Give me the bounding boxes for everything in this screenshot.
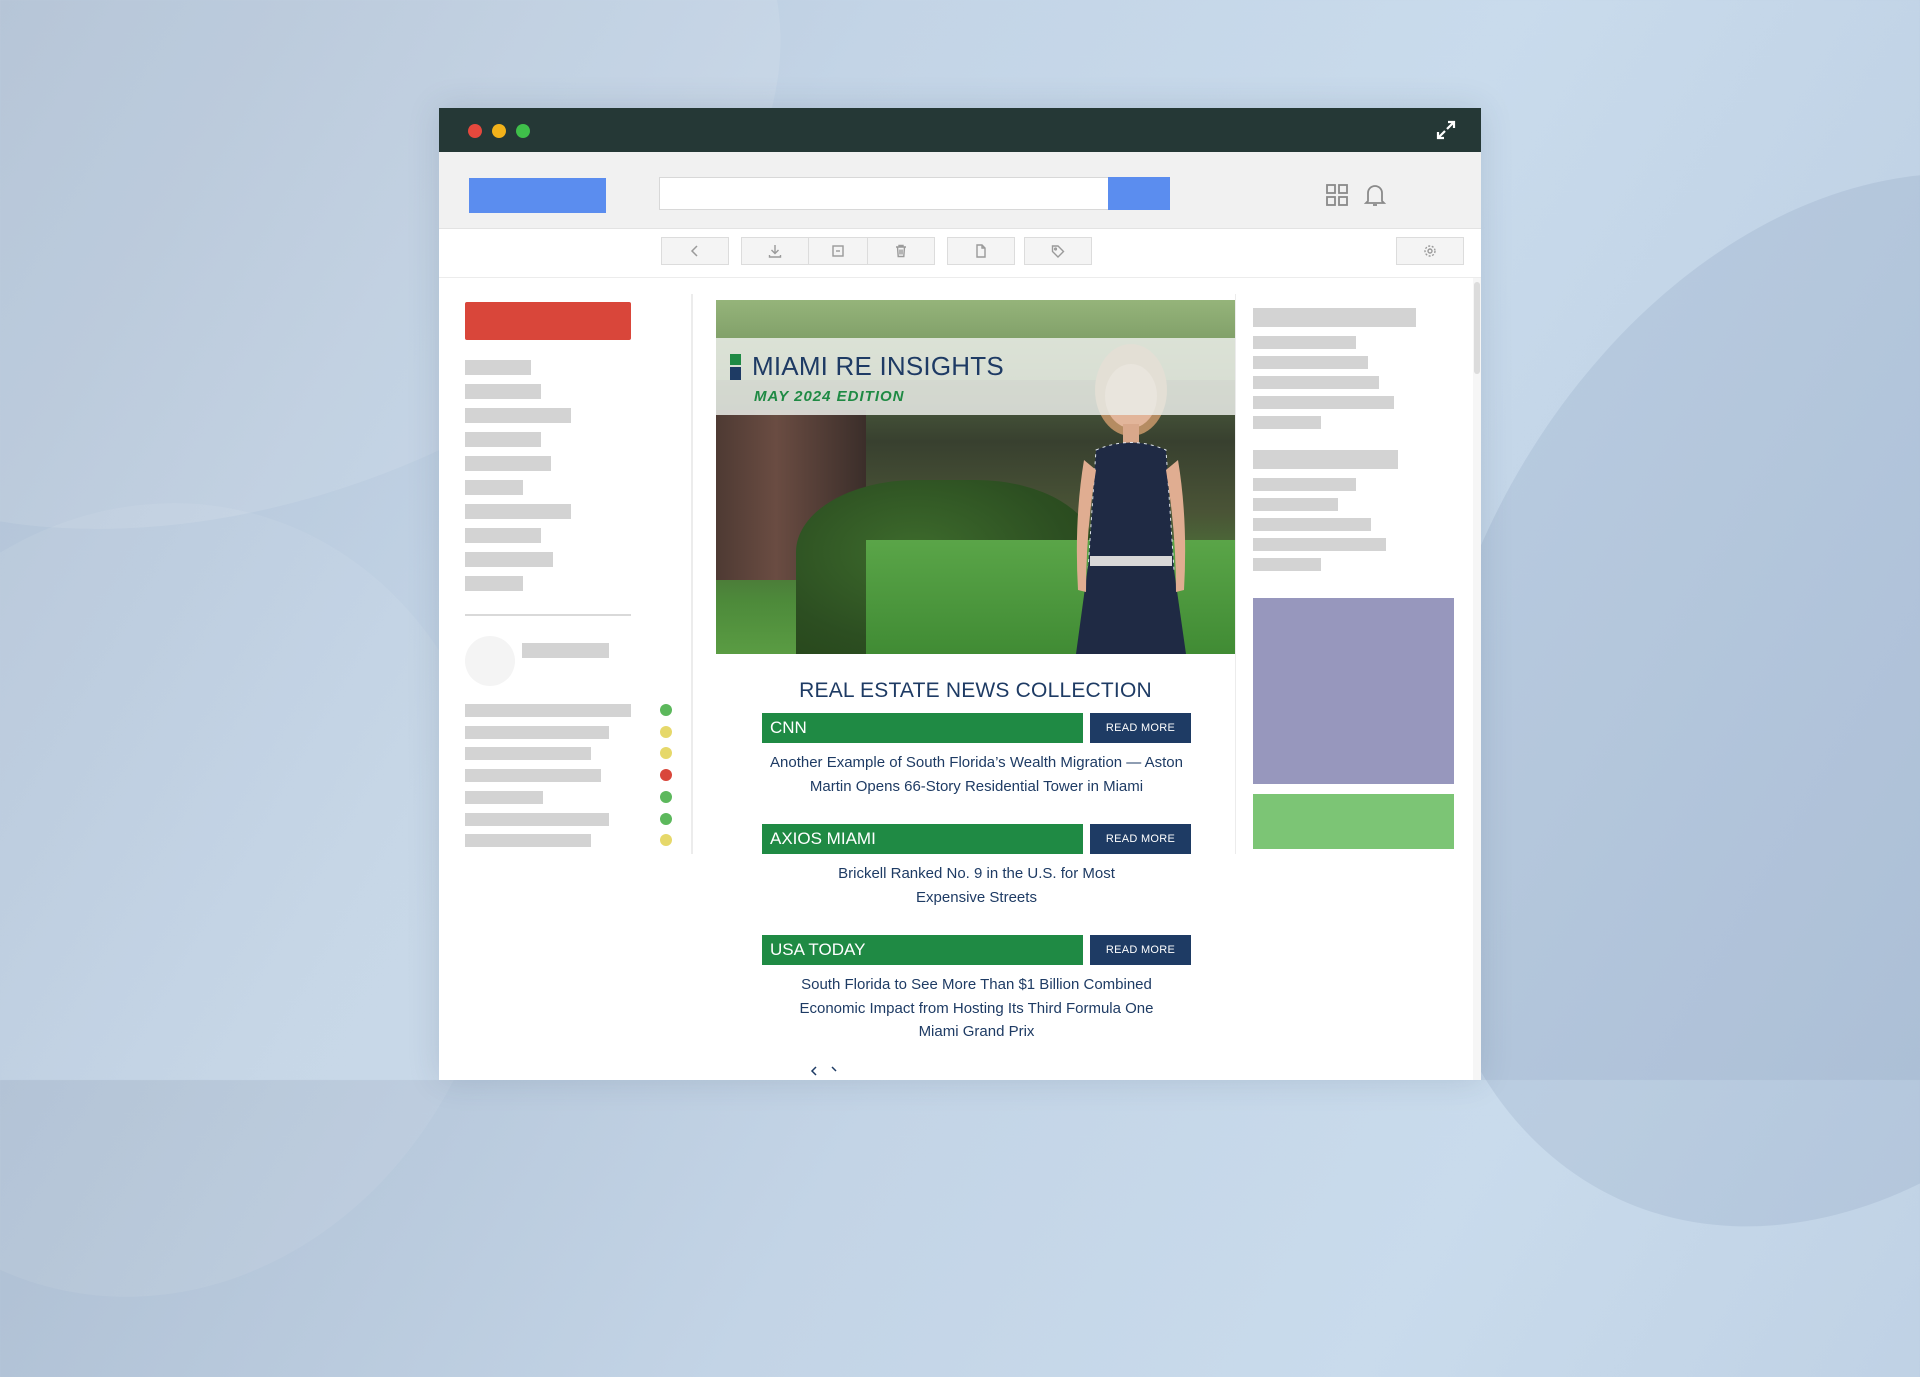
chevron-left-icon bbox=[690, 245, 698, 257]
folder-item[interactable] bbox=[465, 408, 571, 423]
label-button[interactable] bbox=[1024, 237, 1092, 265]
folder-item[interactable] bbox=[465, 552, 553, 567]
contact-item[interactable] bbox=[465, 791, 543, 804]
folder-item[interactable] bbox=[465, 456, 551, 471]
sidebar-divider bbox=[465, 614, 631, 616]
newsletter-edition: MAY 2024 EDITION bbox=[754, 388, 905, 405]
news-source: AXIOS MIAMI bbox=[762, 824, 1083, 854]
email-client-window: MIAMI RE INSIGHTS MAY 2024 EDITION REAL … bbox=[439, 108, 1481, 1080]
archive-icon bbox=[832, 245, 844, 257]
contact-item[interactable] bbox=[465, 813, 609, 826]
widget-line bbox=[1253, 416, 1321, 429]
download-icon bbox=[768, 245, 782, 258]
close-window-button[interactable] bbox=[468, 124, 482, 138]
widget-line bbox=[1253, 498, 1338, 511]
news-description: Another Example of South Florida’s Wealt… bbox=[770, 754, 1183, 795]
mail-sidebar bbox=[465, 302, 695, 862]
read-more-button[interactable]: READ MORE bbox=[1090, 824, 1191, 854]
widget-line bbox=[1253, 376, 1379, 389]
delete-button[interactable] bbox=[867, 237, 935, 265]
column-divider bbox=[1235, 294, 1236, 854]
right-sidebar bbox=[1253, 308, 1454, 868]
minimize-window-button[interactable] bbox=[492, 124, 506, 138]
apps-grid-icon[interactable] bbox=[1325, 183, 1349, 207]
download-button[interactable] bbox=[741, 237, 809, 265]
folder-item[interactable] bbox=[465, 504, 571, 519]
message-toolbar bbox=[439, 229, 1481, 278]
scrollbar[interactable] bbox=[1473, 278, 1481, 1080]
window-titlebar bbox=[439, 108, 1481, 152]
read-more-button[interactable]: READ MORE bbox=[1090, 935, 1191, 965]
contact-item[interactable] bbox=[465, 747, 591, 760]
folder-item[interactable] bbox=[465, 432, 541, 447]
column-divider bbox=[691, 294, 693, 854]
widget-line bbox=[1253, 538, 1386, 551]
contact-item[interactable] bbox=[465, 769, 601, 782]
widget-line bbox=[1253, 478, 1356, 491]
tag-icon bbox=[1051, 245, 1065, 258]
ad-banner-green[interactable] bbox=[1253, 794, 1454, 849]
widget-line bbox=[1253, 396, 1394, 409]
read-more-button[interactable]: READ MORE bbox=[1090, 713, 1191, 743]
status-dot bbox=[660, 769, 672, 781]
widget-line bbox=[1253, 356, 1368, 369]
folder-item[interactable] bbox=[465, 480, 523, 495]
folder-item[interactable] bbox=[465, 384, 541, 399]
settings-button[interactable] bbox=[1396, 237, 1464, 265]
maximize-window-button[interactable] bbox=[516, 124, 530, 138]
brand-mark-icon bbox=[730, 354, 741, 380]
ad-banner-purple[interactable] bbox=[1253, 598, 1454, 784]
avatar[interactable] bbox=[465, 636, 515, 686]
contact-item[interactable] bbox=[465, 834, 591, 847]
user-name bbox=[522, 643, 609, 658]
contact-item[interactable] bbox=[465, 704, 631, 717]
status-dot bbox=[660, 726, 672, 738]
back-button[interactable] bbox=[661, 237, 729, 265]
compose-button[interactable] bbox=[465, 302, 631, 340]
newsletter-banner: MIAMI RE INSIGHTS MAY 2024 EDITION bbox=[716, 338, 1235, 415]
news-source: CNN bbox=[762, 713, 1083, 743]
folder-item[interactable] bbox=[465, 576, 523, 591]
archive-button[interactable] bbox=[808, 237, 868, 265]
widget-line bbox=[1253, 450, 1398, 469]
widget-line bbox=[1253, 558, 1321, 571]
folder-item[interactable] bbox=[465, 528, 541, 543]
widget-line bbox=[1253, 518, 1371, 531]
gear-icon bbox=[1424, 245, 1436, 257]
news-description: South Florida to See More Than $1 Billio… bbox=[799, 976, 1154, 1040]
news-source: USA TODAY bbox=[762, 935, 1083, 965]
carousel-arrows-icon[interactable] bbox=[806, 1065, 846, 1079]
status-dot bbox=[660, 791, 672, 803]
expand-icon[interactable] bbox=[1435, 119, 1457, 141]
news-description: Brickell Ranked No. 9 in the U.S. for Mo… bbox=[838, 865, 1115, 906]
contact-item[interactable] bbox=[465, 726, 609, 739]
status-dot bbox=[660, 747, 672, 759]
news-section-heading: REAL ESTATE NEWS COLLECTION bbox=[799, 679, 1152, 702]
search-button[interactable] bbox=[1108, 177, 1170, 210]
status-dot bbox=[660, 704, 672, 716]
status-dot bbox=[660, 834, 672, 846]
file-icon bbox=[976, 244, 986, 258]
status-dot bbox=[660, 813, 672, 825]
widget-line bbox=[1253, 308, 1416, 327]
scrollbar-thumb[interactable] bbox=[1474, 282, 1480, 374]
app-header bbox=[439, 152, 1481, 229]
folder-item[interactable] bbox=[465, 360, 531, 375]
newsletter-hero-image: MIAMI RE INSIGHTS MAY 2024 EDITION bbox=[716, 300, 1235, 654]
file-button[interactable] bbox=[947, 237, 1015, 265]
search-input[interactable] bbox=[659, 177, 1109, 210]
bell-icon[interactable] bbox=[1363, 182, 1387, 208]
app-logo[interactable] bbox=[469, 178, 606, 213]
trash-icon bbox=[896, 244, 906, 258]
email-body: MIAMI RE INSIGHTS MAY 2024 EDITION REAL … bbox=[716, 300, 1235, 1080]
widget-line bbox=[1253, 336, 1356, 349]
newsletter-title: MIAMI RE INSIGHTS bbox=[752, 351, 1004, 381]
